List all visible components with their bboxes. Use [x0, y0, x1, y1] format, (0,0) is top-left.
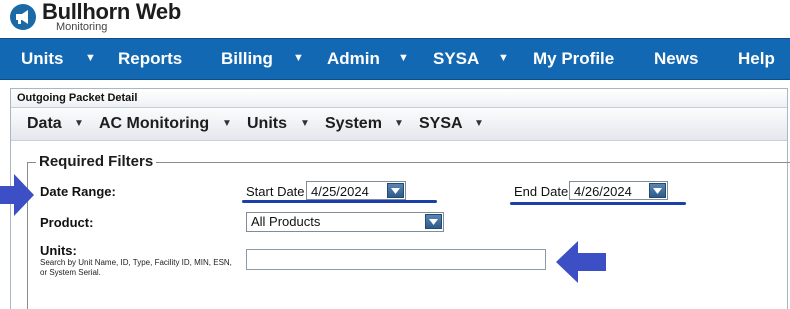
annotation-arrow-right-icon — [0, 174, 34, 216]
required-filters-legend: Required Filters — [36, 153, 157, 170]
brand-subtitle: Monitoring — [56, 21, 108, 33]
units-label: Units: — [40, 243, 77, 258]
nav-admin[interactable]: Admin — [327, 39, 380, 79]
end-date-label: End Date — [514, 184, 569, 199]
date-range-label: Date Range: — [40, 184, 116, 199]
subnav-units-dropdown-icon[interactable]: ▼ — [300, 108, 310, 140]
subnav-ac-monitoring[interactable]: AC Monitoring — [99, 108, 209, 140]
product-dropdown-icon[interactable] — [425, 214, 442, 229]
nav-billing[interactable]: Billing — [221, 39, 273, 79]
start-date-picker[interactable]: 4/25/2024 — [306, 181, 406, 200]
product-select-value: All Products — [251, 214, 321, 229]
nav-units[interactable]: Units — [21, 39, 64, 79]
nav-news[interactable]: News — [654, 39, 698, 79]
subnav-ac-monitoring-dropdown-icon[interactable]: ▼ — [222, 108, 232, 140]
subnav-system[interactable]: System — [325, 108, 382, 140]
subnav-sysa-dropdown-icon[interactable]: ▼ — [474, 108, 484, 140]
units-search-input[interactable] — [246, 249, 546, 270]
nav-reports[interactable]: Reports — [118, 39, 182, 79]
product-label: Product: — [40, 215, 94, 230]
end-date-highlight-underline — [510, 202, 686, 205]
main-nav: Units ▼ Reports Billing ▼ Admin ▼ SYSA ▼… — [0, 38, 790, 80]
panel-title: Outgoing Packet Detail — [11, 89, 787, 108]
units-search-hint: Search by Unit Name, ID, Type, Facility … — [40, 258, 232, 277]
start-date-highlight-underline — [242, 200, 437, 203]
end-date-picker[interactable]: 4/26/2024 — [569, 181, 668, 200]
start-date-dropdown-icon[interactable] — [387, 183, 404, 198]
product-select[interactable]: All Products — [246, 212, 444, 232]
nav-sysa[interactable]: SYSA — [433, 39, 479, 79]
panel-subnav: Data ▼ AC Monitoring ▼ Units ▼ System ▼ … — [11, 108, 787, 141]
nav-sysa-dropdown-icon[interactable]: ▼ — [498, 39, 509, 79]
start-date-value: 4/25/2024 — [311, 184, 369, 199]
brand-logo[interactable]: Bullhorn Web Monitoring — [10, 0, 310, 36]
subnav-sysa[interactable]: SYSA — [419, 108, 463, 140]
megaphone-icon — [10, 4, 36, 30]
end-date-dropdown-icon[interactable] — [649, 183, 666, 198]
nav-billing-dropdown-icon[interactable]: ▼ — [293, 39, 304, 79]
nav-admin-dropdown-icon[interactable]: ▼ — [398, 39, 409, 79]
subnav-data-dropdown-icon[interactable]: ▼ — [74, 108, 84, 140]
required-filters-fieldset — [27, 162, 790, 309]
start-date-label: Start Date — [246, 184, 305, 199]
subnav-units[interactable]: Units — [247, 108, 287, 140]
nav-my-profile[interactable]: My Profile — [533, 39, 614, 79]
subnav-data[interactable]: Data — [27, 108, 62, 140]
annotation-arrow-left-icon — [556, 241, 606, 283]
end-date-value: 4/26/2024 — [574, 184, 632, 199]
subnav-system-dropdown-icon[interactable]: ▼ — [394, 108, 404, 140]
nav-help[interactable]: Help — [738, 39, 775, 79]
nav-units-dropdown-icon[interactable]: ▼ — [85, 39, 96, 79]
